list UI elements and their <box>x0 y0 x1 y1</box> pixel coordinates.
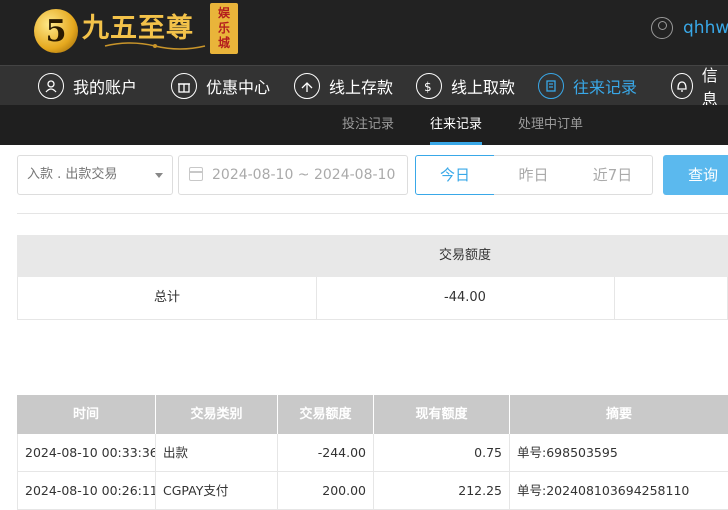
nav-label: 线上取款 <box>451 78 516 97</box>
tab-bet-records[interactable]: 投注记录 <box>342 105 394 145</box>
nav-item-withdraw[interactable]: $ 线上取款 <box>416 66 515 106</box>
summary-total-value: -44.00 <box>444 290 486 305</box>
withdraw-icon: $ <box>416 73 442 99</box>
column-header-balance: 现有额度 <box>374 395 510 434</box>
nav-label: 优惠中心 <box>206 78 271 97</box>
date-range-value: 2024-08-10 ~ 2024-08-10 <box>212 167 396 183</box>
nav-item-deposit[interactable]: 线上存款 <box>294 66 393 106</box>
main-nav: 我的账户 优惠中心 线上存款 $ 线上取款 往来记录 信息 <box>0 65 728 109</box>
column-header-type: 交易类别 <box>156 395 278 434</box>
cell-amount: -244.00 <box>278 434 374 472</box>
sub-nav: 投注记录 往来记录 处理中订单 <box>0 105 728 145</box>
column-header-time: 时间 <box>17 395 156 434</box>
avatar-icon <box>651 17 673 39</box>
transaction-type-select[interactable]: 入款 . 出款交易 <box>17 155 173 195</box>
nav-label: 我的账户 <box>73 78 138 97</box>
top-bar: 5 九五至尊 娱 乐 城 qhhw <box>0 0 728 65</box>
cell-summary: 单号:202408103694258110 <box>517 483 690 498</box>
brand-tag: 娱 乐 城 <box>210 3 238 54</box>
last-7-days-button[interactable]: 近7日 <box>573 155 653 195</box>
cell-summary: 单号:698503595 <box>517 445 618 460</box>
cell-type: 出款 <box>156 434 278 472</box>
divider <box>17 213 728 214</box>
deposit-icon <box>294 73 320 99</box>
logo-emblem: 5 <box>34 9 78 53</box>
nav-label: 信息 <box>701 66 718 109</box>
calendar-icon <box>189 167 203 181</box>
brand-tag-char: 乐 <box>217 21 230 35</box>
user-menu[interactable]: qhhw <box>651 17 728 39</box>
nav-item-records[interactable]: 往来记录 <box>538 66 637 106</box>
summary-total-label: 总计 <box>153 290 180 305</box>
column-header-amount: 交易额度 <box>278 395 374 434</box>
nav-item-account[interactable]: 我的账户 <box>38 66 137 106</box>
divider <box>614 277 615 319</box>
username[interactable]: qhhw <box>683 18 728 38</box>
table-row: 2024-08-10 00:26:11 CGPAY支付 200.00 212.2… <box>17 472 728 510</box>
column-header-summary: 摘要 <box>605 407 632 422</box>
user-icon <box>38 73 64 99</box>
chevron-down-icon <box>155 173 163 178</box>
table-header: 时间 交易类别 交易额度 现有额度 摘要 <box>17 395 728 434</box>
records-icon <box>538 73 564 99</box>
tab-pending-orders[interactable]: 处理中订单 <box>518 105 583 145</box>
nav-item-messages[interactable]: 信息 <box>671 66 728 109</box>
logo-ornament <box>104 42 206 50</box>
nav-item-promotions[interactable]: 优惠中心 <box>171 66 270 106</box>
cell-type: CGPAY支付 <box>156 472 278 510</box>
brand-tag-char: 城 <box>217 36 230 50</box>
brand-name: 九五至尊 <box>82 12 194 44</box>
yesterday-button[interactable]: 昨日 <box>494 155 574 195</box>
nav-label: 线上存款 <box>329 78 394 97</box>
search-button[interactable]: 查询 <box>663 155 728 195</box>
summary-row: 总计 -44.00 <box>17 277 728 320</box>
cell-balance: 0.75 <box>374 434 510 472</box>
gift-icon <box>171 73 197 99</box>
summary-header: 交易额度 <box>17 235 728 277</box>
cell-balance: 212.25 <box>374 472 510 510</box>
summary-header-label: 交易额度 <box>438 248 491 263</box>
bell-icon <box>671 73 693 99</box>
brand-tag-char: 娱 <box>217 6 230 20</box>
select-value: 入款 . 出款交易 <box>27 167 118 182</box>
cell-time: 2024-08-10 00:33:36 <box>17 434 156 472</box>
tab-transaction-records[interactable]: 往来记录 <box>430 105 483 145</box>
cell-time: 2024-08-10 00:26:11 <box>17 472 156 510</box>
nav-label: 往来记录 <box>573 78 638 97</box>
svg-text:$: $ <box>424 80 432 93</box>
cell-amount: 200.00 <box>278 472 374 510</box>
today-button[interactable]: 今日 <box>415 155 495 195</box>
date-range-input[interactable]: 2024-08-10 ~ 2024-08-10 <box>178 155 408 195</box>
table-row: 2024-08-10 00:33:36 出款 -244.00 0.75 单号:6… <box>17 434 728 472</box>
